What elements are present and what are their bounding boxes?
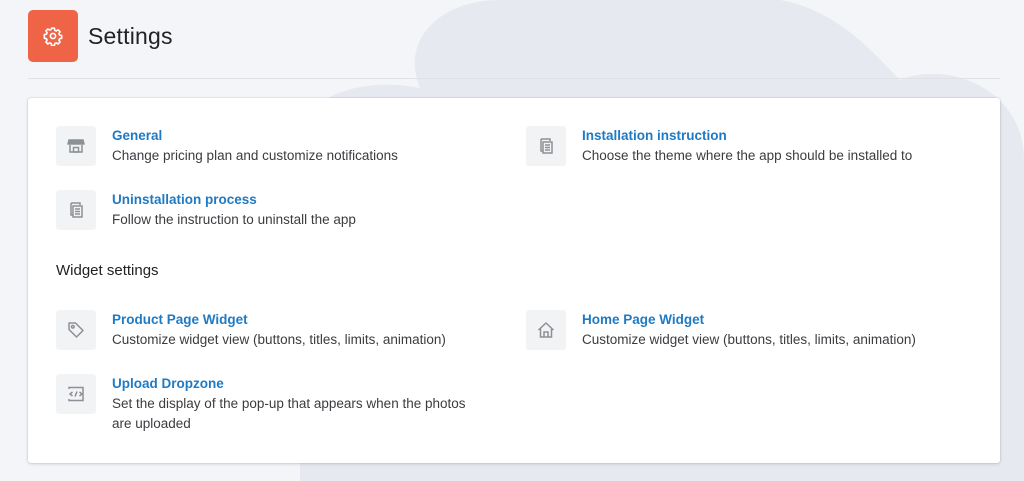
home-icon — [526, 310, 566, 350]
description-line-1: Set the display of the pop-up that appea… — [112, 396, 466, 411]
settings-item-title[interactable]: Installation instruction — [582, 128, 912, 144]
settings-item-title[interactable]: Home Page Widget — [582, 312, 916, 328]
settings-item-description: Set the display of the pop-up that appea… — [112, 394, 466, 434]
page-title: Settings — [88, 22, 173, 49]
settings-item-description: Customize widget view (buttons, titles, … — [112, 332, 446, 347]
documents-icon — [526, 126, 566, 166]
store-icon — [56, 126, 96, 166]
settings-item-title[interactable]: Uninstallation process — [112, 192, 356, 208]
header-divider — [28, 78, 1000, 79]
settings-item-description: Customize widget view (buttons, titles, … — [582, 332, 916, 347]
settings-item-general[interactable]: General Change pricing plan and customiz… — [56, 126, 496, 166]
code-icon — [56, 374, 96, 414]
settings-item-description: Follow the instruction to uninstall the … — [112, 212, 356, 227]
settings-item-uninstallation[interactable]: Uninstallation process Follow the instru… — [56, 190, 496, 230]
settings-item-title[interactable]: General — [112, 128, 398, 144]
description-line-2: are uploaded — [112, 416, 191, 431]
settings-item-product-page-widget[interactable]: Product Page Widget Customize widget vie… — [56, 310, 496, 350]
documents-icon — [56, 190, 96, 230]
settings-item-installation[interactable]: Installation instruction Choose the them… — [526, 126, 976, 166]
settings-item-title[interactable]: Product Page Widget — [112, 312, 446, 328]
settings-item-upload-dropzone[interactable]: Upload Dropzone Set the display of the p… — [56, 374, 496, 434]
settings-item-description: Change pricing plan and customize notifi… — [112, 148, 398, 163]
settings-item-home-page-widget[interactable]: Home Page Widget Customize widget view (… — [526, 310, 976, 350]
settings-card: General Change pricing plan and customiz… — [28, 98, 1000, 463]
gear-icon — [43, 26, 63, 46]
page-header: Settings — [28, 10, 173, 62]
settings-item-description: Choose the theme where the app should be… — [582, 148, 913, 163]
widget-settings-heading: Widget settings — [56, 262, 159, 279]
settings-item-title[interactable]: Upload Dropzone — [112, 376, 466, 392]
tag-icon — [56, 310, 96, 350]
settings-badge — [28, 10, 78, 62]
